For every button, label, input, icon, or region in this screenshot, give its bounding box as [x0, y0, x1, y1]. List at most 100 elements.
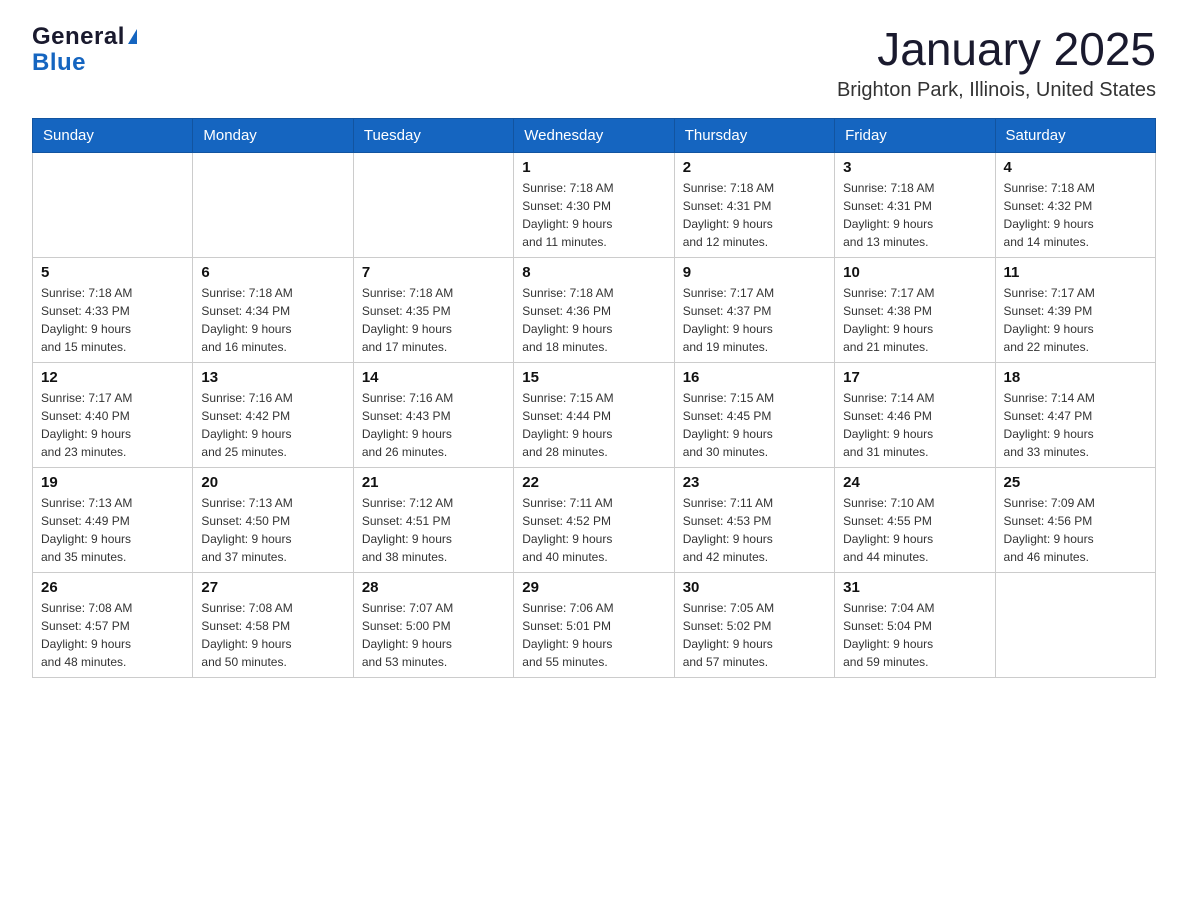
day-number: 5	[41, 264, 184, 281]
calendar-cell: 27Sunrise: 7:08 AM Sunset: 4:58 PM Dayli…	[193, 572, 353, 677]
calendar-cell: 9 Sunrise: 7:17 AM Sunset: 4:37 PM Daylig…	[674, 257, 834, 362]
day-info: Sunrise: 7:06 AM Sunset: 5:01 PM Dayligh…	[522, 599, 665, 671]
day-number: 30	[683, 579, 826, 596]
calendar-cell: 24 Sunrise: 7:10 AM Sunset: 4:55 PM Dayli…	[835, 467, 995, 572]
day-info: Sunrise: 7:14 AM Sunset: 4:47 PM Dayligh…	[1004, 389, 1147, 461]
weekday-header-sunday: Sunday	[33, 118, 193, 152]
week-row-1: 5 Sunrise: 7:18 AM Sunset: 4:33 PM Daylig…	[33, 257, 1156, 362]
logo-general-text: General	[32, 24, 125, 50]
day-number: 19	[41, 474, 184, 491]
logo-triangle-icon	[128, 29, 137, 44]
day-info: Sunrise: 7:16 AM Sunset: 4:42 PM Dayligh…	[201, 389, 344, 461]
day-number: 29	[522, 579, 665, 596]
calendar-cell: 5 Sunrise: 7:18 AM Sunset: 4:33 PM Daylig…	[33, 257, 193, 362]
calendar-cell	[995, 572, 1155, 677]
weekday-header-wednesday: Wednesday	[514, 118, 674, 152]
calendar-cell: 21 Sunrise: 7:12 AM Sunset: 4:51 PM Dayli…	[353, 467, 513, 572]
day-number: 28	[362, 579, 505, 596]
day-number: 3	[843, 159, 986, 176]
day-info: Sunrise: 7:05 AM Sunset: 5:02 PM Dayligh…	[683, 599, 826, 671]
calendar-cell: 2 Sunrise: 7:18 AM Sunset: 4:31 PM Daylig…	[674, 152, 834, 257]
day-number: 20	[201, 474, 344, 491]
day-number: 17	[843, 369, 986, 386]
calendar-cell: 19 Sunrise: 7:13 AM Sunset: 4:49 PM Dayli…	[33, 467, 193, 572]
day-number: 8	[522, 264, 665, 281]
day-number: 13	[201, 369, 344, 386]
day-info: Sunrise: 7:18 AM Sunset: 4:31 PM Dayligh…	[683, 179, 826, 251]
calendar-cell: 22 Sunrise: 7:11 AM Sunset: 4:52 PM Dayli…	[514, 467, 674, 572]
day-info: Sunrise: 7:09 AM Sunset: 4:56 PM Dayligh…	[1004, 494, 1147, 566]
day-info: Sunrise: 7:18 AM Sunset: 4:36 PM Dayligh…	[522, 284, 665, 356]
day-number: 1	[522, 159, 665, 176]
calendar-table: SundayMondayTuesdayWednesdayThursdayFrid…	[32, 118, 1156, 678]
weekday-header-row: SundayMondayTuesdayWednesdayThursdayFrid…	[33, 118, 1156, 152]
page-header: General Blue January 2025 Brighton Park,…	[32, 24, 1156, 102]
calendar-cell: 7Sunrise: 7:18 AM Sunset: 4:35 PM Daylig…	[353, 257, 513, 362]
weekday-header-thursday: Thursday	[674, 118, 834, 152]
calendar-cell: 4Sunrise: 7:18 AM Sunset: 4:32 PM Daylig…	[995, 152, 1155, 257]
calendar-cell: 31 Sunrise: 7:04 AM Sunset: 5:04 PM Dayli…	[835, 572, 995, 677]
day-info: Sunrise: 7:18 AM Sunset: 4:30 PM Dayligh…	[522, 179, 665, 251]
calendar-cell: 3 Sunrise: 7:18 AM Sunset: 4:31 PM Daylig…	[835, 152, 995, 257]
weekday-header-friday: Friday	[835, 118, 995, 152]
day-info: Sunrise: 7:10 AM Sunset: 4:55 PM Dayligh…	[843, 494, 986, 566]
day-number: 22	[522, 474, 665, 491]
day-number: 24	[843, 474, 986, 491]
day-number: 26	[41, 579, 184, 596]
day-number: 16	[683, 369, 826, 386]
day-info: Sunrise: 7:17 AM Sunset: 4:38 PM Dayligh…	[843, 284, 986, 356]
calendar-cell: 23Sunrise: 7:11 AM Sunset: 4:53 PM Dayli…	[674, 467, 834, 572]
calendar-cell: 14 Sunrise: 7:16 AM Sunset: 4:43 PM Dayli…	[353, 362, 513, 467]
day-number: 15	[522, 369, 665, 386]
day-number: 18	[1004, 369, 1147, 386]
day-number: 10	[843, 264, 986, 281]
calendar-cell: 20Sunrise: 7:13 AM Sunset: 4:50 PM Dayli…	[193, 467, 353, 572]
day-info: Sunrise: 7:17 AM Sunset: 4:40 PM Dayligh…	[41, 389, 184, 461]
day-info: Sunrise: 7:04 AM Sunset: 5:04 PM Dayligh…	[843, 599, 986, 671]
calendar-cell: 16Sunrise: 7:15 AM Sunset: 4:45 PM Dayli…	[674, 362, 834, 467]
calendar-cell: 25Sunrise: 7:09 AM Sunset: 4:56 PM Dayli…	[995, 467, 1155, 572]
calendar-cell: 8 Sunrise: 7:18 AM Sunset: 4:36 PM Daylig…	[514, 257, 674, 362]
week-row-0: 1 Sunrise: 7:18 AM Sunset: 4:30 PM Daylig…	[33, 152, 1156, 257]
logo-blue-text: Blue	[32, 50, 137, 76]
day-info: Sunrise: 7:11 AM Sunset: 4:52 PM Dayligh…	[522, 494, 665, 566]
day-info: Sunrise: 7:17 AM Sunset: 4:37 PM Dayligh…	[683, 284, 826, 356]
calendar-cell: 17 Sunrise: 7:14 AM Sunset: 4:46 PM Dayli…	[835, 362, 995, 467]
day-number: 12	[41, 369, 184, 386]
weekday-header-monday: Monday	[193, 118, 353, 152]
calendar-cell	[353, 152, 513, 257]
day-number: 11	[1004, 264, 1147, 281]
calendar-cell: 30 Sunrise: 7:05 AM Sunset: 5:02 PM Dayli…	[674, 572, 834, 677]
calendar-title: January 2025	[837, 24, 1156, 75]
title-block: January 2025 Brighton Park, Illinois, Un…	[837, 24, 1156, 102]
day-info: Sunrise: 7:18 AM Sunset: 4:31 PM Dayligh…	[843, 179, 986, 251]
day-number: 2	[683, 159, 826, 176]
calendar-cell: 13 Sunrise: 7:16 AM Sunset: 4:42 PM Dayli…	[193, 362, 353, 467]
day-info: Sunrise: 7:14 AM Sunset: 4:46 PM Dayligh…	[843, 389, 986, 461]
day-info: Sunrise: 7:07 AM Sunset: 5:00 PM Dayligh…	[362, 599, 505, 671]
day-number: 14	[362, 369, 505, 386]
logo: General Blue	[32, 24, 137, 77]
day-info: Sunrise: 7:16 AM Sunset: 4:43 PM Dayligh…	[362, 389, 505, 461]
day-number: 27	[201, 579, 344, 596]
week-row-3: 19 Sunrise: 7:13 AM Sunset: 4:49 PM Dayli…	[33, 467, 1156, 572]
day-info: Sunrise: 7:17 AM Sunset: 4:39 PM Dayligh…	[1004, 284, 1147, 356]
day-info: Sunrise: 7:15 AM Sunset: 4:44 PM Dayligh…	[522, 389, 665, 461]
day-number: 6	[201, 264, 344, 281]
calendar-cell: 18 Sunrise: 7:14 AM Sunset: 4:47 PM Dayli…	[995, 362, 1155, 467]
calendar-cell: 10 Sunrise: 7:17 AM Sunset: 4:38 PM Dayli…	[835, 257, 995, 362]
day-number: 23	[683, 474, 826, 491]
day-info: Sunrise: 7:12 AM Sunset: 4:51 PM Dayligh…	[362, 494, 505, 566]
calendar-subtitle: Brighton Park, Illinois, United States	[837, 79, 1156, 102]
weekday-header-saturday: Saturday	[995, 118, 1155, 152]
day-info: Sunrise: 7:08 AM Sunset: 4:57 PM Dayligh…	[41, 599, 184, 671]
day-info: Sunrise: 7:13 AM Sunset: 4:49 PM Dayligh…	[41, 494, 184, 566]
day-number: 31	[843, 579, 986, 596]
calendar-cell	[193, 152, 353, 257]
calendar-cell: 11 Sunrise: 7:17 AM Sunset: 4:39 PM Dayli…	[995, 257, 1155, 362]
day-number: 21	[362, 474, 505, 491]
day-info: Sunrise: 7:18 AM Sunset: 4:33 PM Dayligh…	[41, 284, 184, 356]
day-number: 9	[683, 264, 826, 281]
day-number: 7	[362, 264, 505, 281]
calendar-cell: 12 Sunrise: 7:17 AM Sunset: 4:40 PM Dayli…	[33, 362, 193, 467]
